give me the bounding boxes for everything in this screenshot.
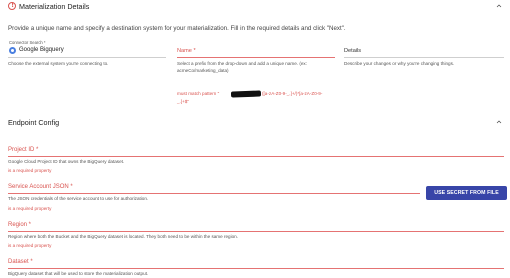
connector-underline [8, 57, 166, 58]
chevron-up-icon[interactable] [496, 119, 502, 125]
use-secret-from-file-button[interactable]: USE SECRET FROM FILE [426, 186, 507, 200]
dataset-underline [8, 268, 504, 269]
name-help-2: acmeCo/marketing_data) [177, 68, 229, 73]
redaction-mark [230, 90, 262, 98]
bigquery-icon [9, 47, 16, 54]
service-account-input[interactable] [8, 182, 420, 193]
project-id-error: is a required property [8, 168, 52, 173]
name-pattern-prefix: must match pattern " [177, 91, 220, 96]
details-underline [344, 57, 504, 58]
project-id-desc: Google Cloud Project ID that owns the Bi… [8, 159, 125, 164]
materialization-title: Materialization Details [19, 2, 90, 11]
dataset-input[interactable] [8, 257, 504, 268]
name-pattern-suffix: ([a-zA-Z0-9-_.]+/)*[a-zA-Z0-9- [262, 91, 323, 96]
connector-search-input[interactable]: Google Bigquery [8, 45, 166, 56]
dataset-desc: BigQuery dataset that will be used to st… [8, 271, 149, 276]
details-input[interactable] [344, 45, 504, 57]
name-input[interactable] [177, 45, 335, 57]
name-help-1: Select a prefix from the drop-down and a… [177, 61, 307, 66]
project-id-underline [8, 156, 504, 157]
chevron-up-icon[interactable] [496, 3, 502, 9]
name-underline [177, 57, 335, 58]
connector-value: Google Bigquery [19, 47, 64, 53]
project-id-input[interactable] [8, 145, 504, 156]
materialization-intro: Provide a unique name and specify a dest… [8, 25, 346, 32]
materialization-header[interactable]: Materialization Details [0, 0, 510, 14]
region-underline [8, 231, 504, 232]
endpoint-header[interactable]: Endpoint Config [0, 116, 510, 130]
connector-help: Choose the external system you're connec… [8, 61, 109, 66]
endpoint-title: Endpoint Config [8, 118, 60, 127]
service-account-desc: The JSON credentials of the service acco… [8, 196, 149, 201]
region-desc: Region where both the Bucket and the Big… [8, 234, 239, 239]
name-pattern-line2: _.]+$" [177, 99, 189, 104]
region-input[interactable] [8, 220, 504, 231]
service-account-underline [8, 193, 420, 194]
alert-circle-icon [8, 2, 16, 10]
details-help: Describe your changes or why you're chan… [344, 61, 455, 66]
service-account-error: is a required property [8, 206, 52, 211]
region-error: is a required property [8, 243, 52, 248]
